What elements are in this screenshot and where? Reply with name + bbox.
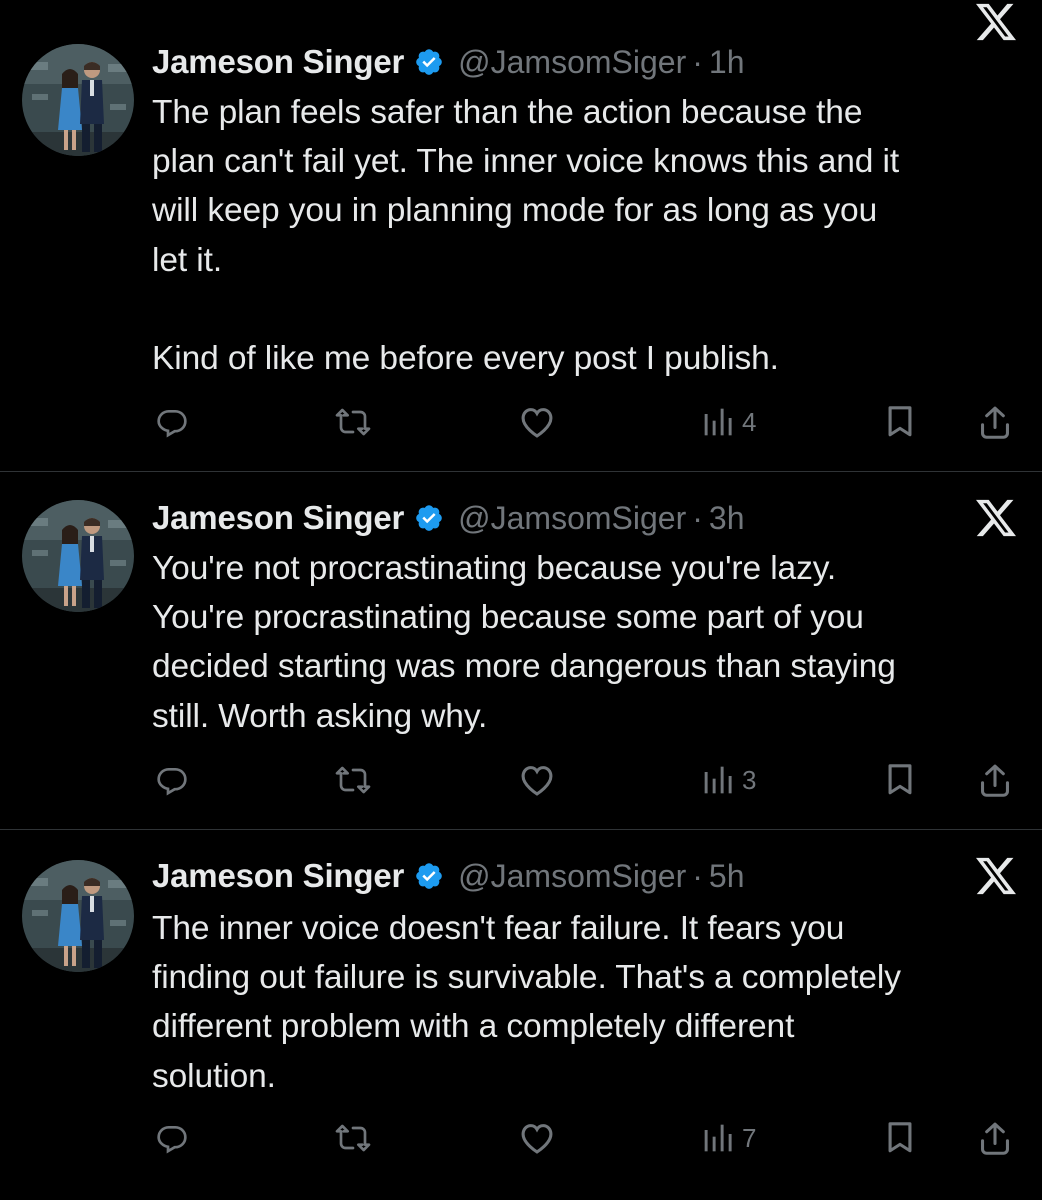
avatar[interactable] (22, 500, 134, 612)
repost-button[interactable] (334, 760, 372, 800)
share-icon (978, 1120, 1012, 1156)
verified-badge-icon (414, 861, 444, 891)
bookmark-icon (884, 1121, 916, 1155)
x-logo-icon (974, 2, 1018, 42)
reply-icon (156, 764, 188, 796)
share-icon (978, 762, 1012, 798)
timestamp[interactable]: 5h (709, 858, 745, 895)
heart-icon (518, 763, 556, 797)
bookmark-button[interactable] (884, 1118, 916, 1158)
tweet-actions: 4 (0, 402, 1042, 442)
author-name[interactable]: Jameson Singer (152, 857, 404, 895)
like-button[interactable] (518, 402, 556, 442)
author-handle[interactable]: @JamsomSiger (458, 858, 686, 895)
like-button[interactable] (518, 1118, 556, 1158)
x-logo-icon (974, 856, 1018, 896)
repost-button[interactable] (334, 402, 372, 442)
view-count: 4 (742, 406, 757, 437)
avatar[interactable] (22, 44, 134, 156)
avatar[interactable] (22, 860, 134, 972)
reply-icon (156, 1122, 188, 1154)
tweet-header: Jameson Singer @JamsomSiger · 5h (152, 854, 1018, 898)
author-name[interactable]: Jameson Singer (152, 43, 404, 81)
repost-icon (334, 1122, 372, 1154)
views-icon (702, 1122, 734, 1154)
tweet-feed: Jameson Singer @JamsomSiger · 1h The pla… (0, 0, 1042, 1200)
tweet[interactable]: Jameson Singer @JamsomSiger · 1h The pla… (0, 0, 1042, 472)
tweet-text: You're not procrastinating because you'r… (152, 550, 896, 735)
repost-icon (334, 406, 372, 438)
separator-dot: · (692, 43, 703, 80)
timestamp[interactable]: 1h (709, 44, 745, 81)
tweet-actions: 7 (0, 1118, 1042, 1158)
views-icon (702, 764, 734, 796)
bookmark-button[interactable] (884, 402, 916, 442)
verified-badge-icon (414, 503, 444, 533)
tweet[interactable]: Jameson Singer @JamsomSiger · 3h You're … (0, 472, 1042, 830)
tweet-header: Jameson Singer @JamsomSiger · 1h (152, 40, 1018, 84)
bookmark-icon (884, 763, 916, 797)
tweet-text: The plan feels safer than the action bec… (152, 94, 900, 378)
share-button[interactable] (978, 1118, 1012, 1158)
view-count: 3 (742, 764, 757, 795)
view-count: 7 (742, 1122, 757, 1153)
tweet-header: Jameson Singer @JamsomSiger · 3h (152, 496, 1018, 540)
verified-badge-icon (414, 47, 444, 77)
author-handle[interactable]: @JamsomSiger (458, 500, 686, 537)
repost-button[interactable] (334, 1118, 372, 1158)
tweet-text: The inner voice doesn't fear failure. It… (152, 910, 901, 1095)
reply-button[interactable] (156, 1118, 188, 1158)
views-icon (702, 406, 734, 438)
share-icon (978, 404, 1012, 440)
reply-button[interactable] (156, 402, 188, 442)
share-button[interactable] (978, 760, 1012, 800)
like-button[interactable] (518, 760, 556, 800)
reply-button[interactable] (156, 760, 188, 800)
bookmark-button[interactable] (884, 760, 916, 800)
heart-icon (518, 405, 556, 439)
repost-icon (334, 764, 372, 796)
tweet[interactable]: Jameson Singer @JamsomSiger · 5h The inn… (0, 830, 1042, 1200)
share-button[interactable] (978, 402, 1012, 442)
reply-icon (156, 406, 188, 438)
views-button[interactable]: 7 (702, 1118, 756, 1158)
timestamp[interactable]: 3h (709, 500, 745, 537)
separator-dot: · (692, 499, 703, 536)
heart-icon (518, 1121, 556, 1155)
views-button[interactable]: 4 (702, 402, 756, 442)
author-name[interactable]: Jameson Singer (152, 499, 404, 537)
author-handle[interactable]: @JamsomSiger (458, 44, 686, 81)
tweet-actions: 3 (0, 760, 1042, 800)
x-logo-icon (974, 498, 1018, 538)
separator-dot: · (692, 857, 703, 894)
bookmark-icon (884, 405, 916, 439)
views-button[interactable]: 3 (702, 760, 756, 800)
